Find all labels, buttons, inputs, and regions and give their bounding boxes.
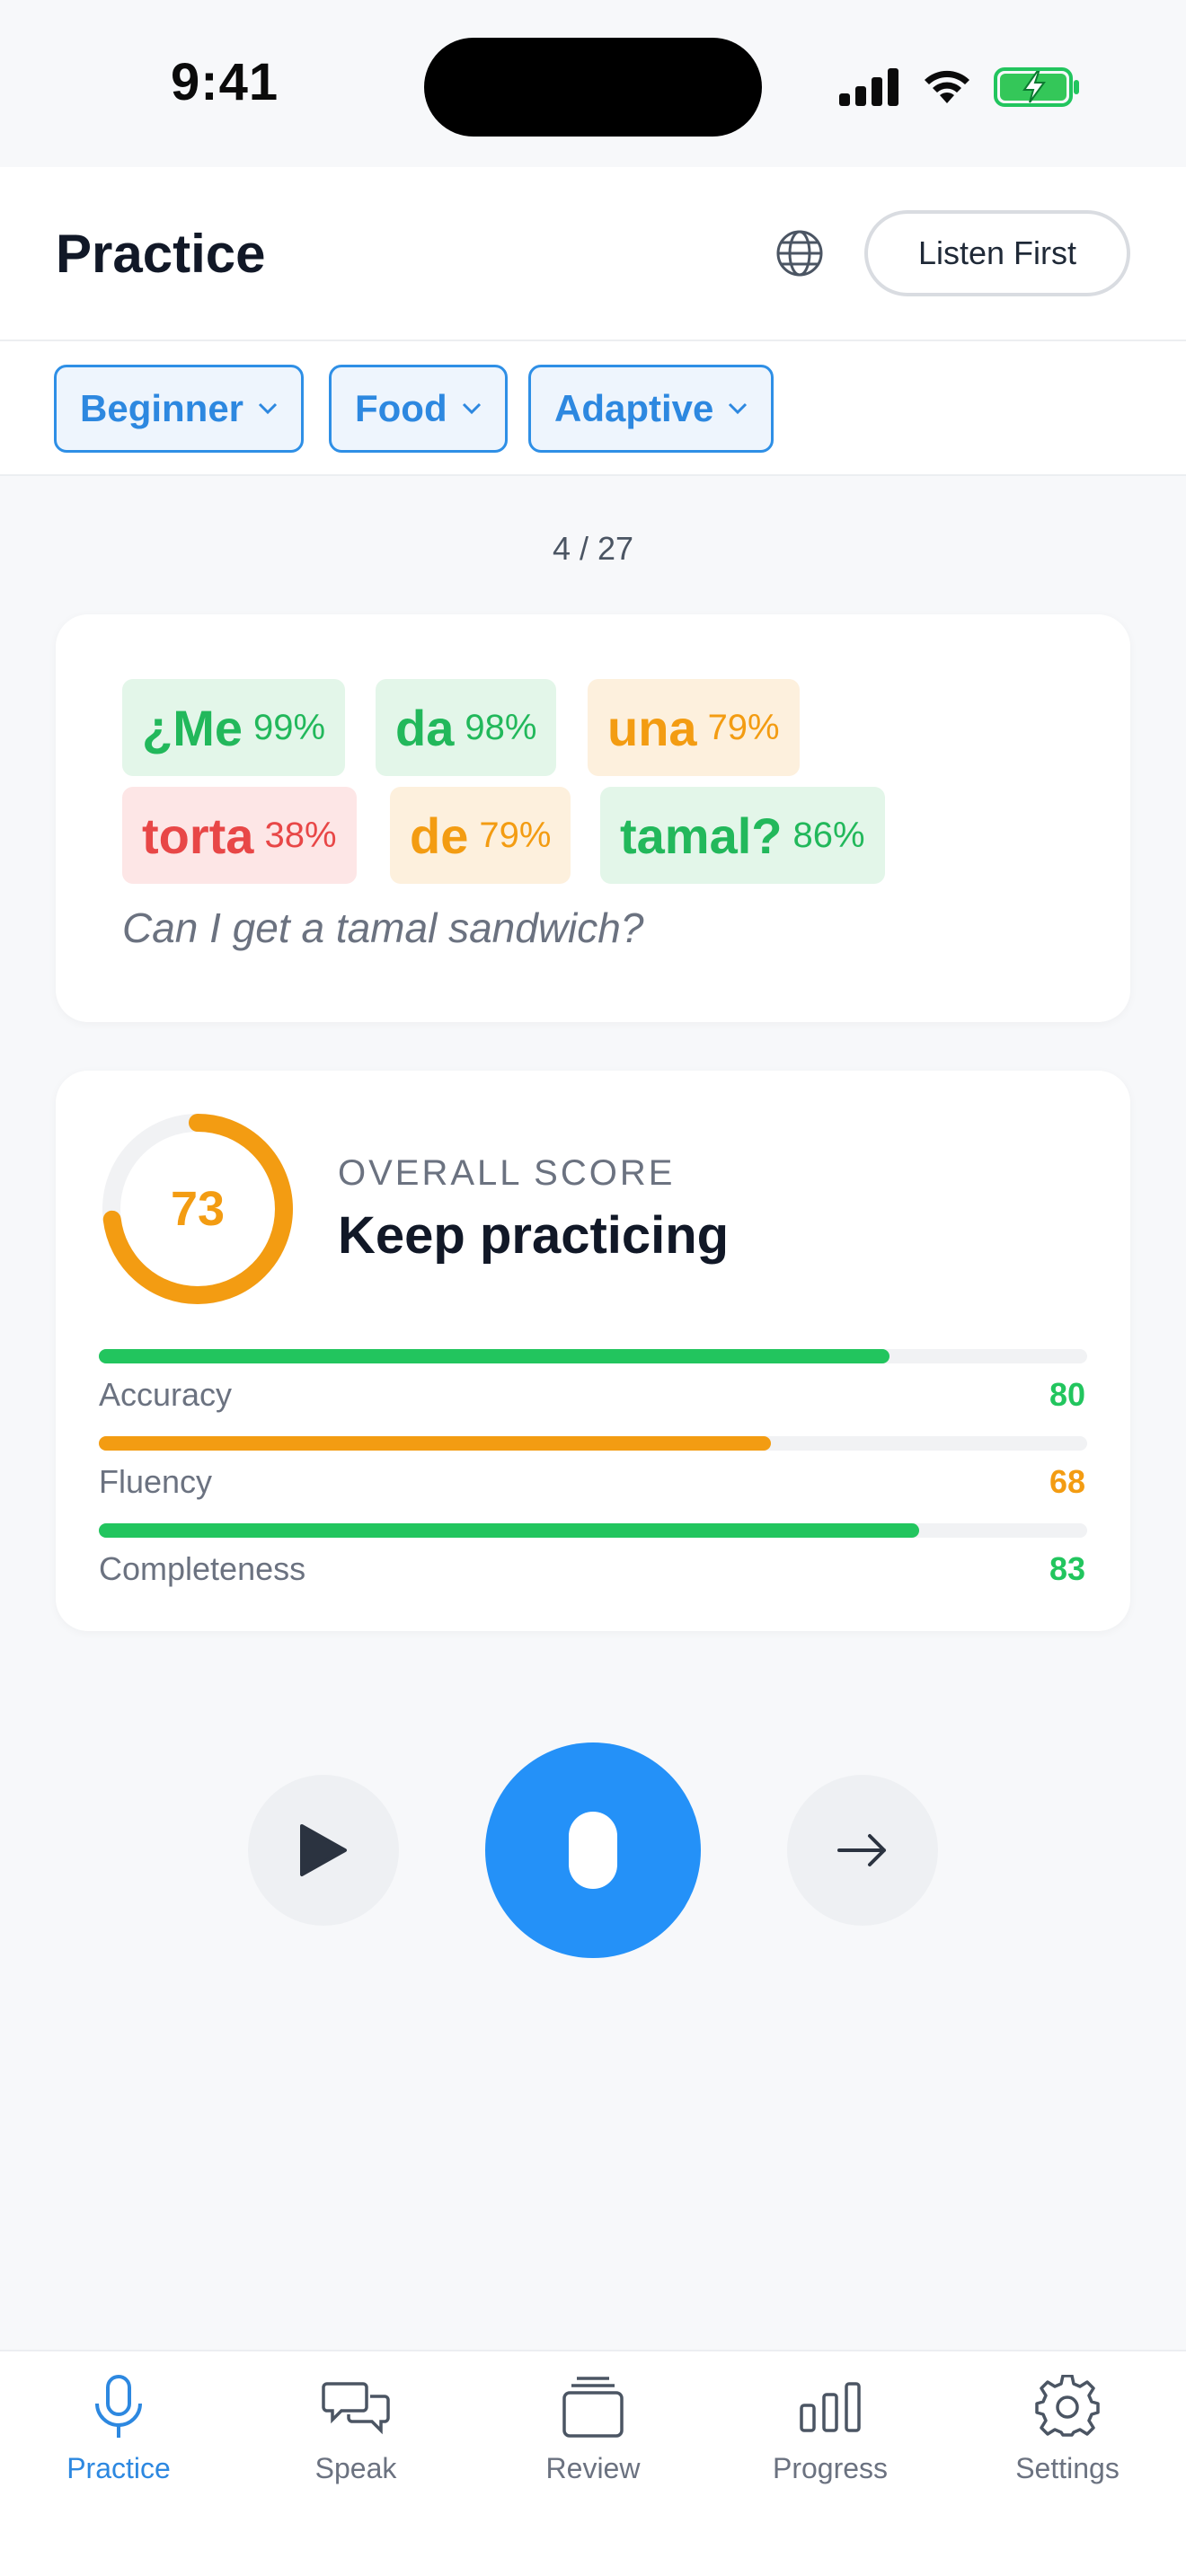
tab-bar: Practice Speak Review Progress Settings — [0, 2350, 1186, 2576]
chevron-down-icon — [258, 402, 278, 415]
completeness-bar-fill — [99, 1523, 919, 1538]
completeness-label: Completeness — [99, 1550, 306, 1587]
mic-record-icon — [569, 1812, 617, 1889]
gear-icon — [1035, 2375, 1100, 2437]
word-text: da — [395, 699, 455, 756]
fluency-value: 68 — [1049, 1463, 1085, 1500]
word-text: tamal? — [620, 807, 783, 864]
chat-bubbles-icon — [322, 2382, 390, 2435]
cards-stack-icon — [562, 2377, 624, 2438]
page-title: Practice — [56, 224, 266, 284]
progress-counter: 4 / 27 — [552, 530, 634, 567]
mic-icon — [95, 2375, 142, 2438]
tab-label: Progress — [772, 2452, 889, 2484]
tab-label: Speak — [314, 2452, 397, 2484]
next-button[interactable] — [787, 1775, 938, 1926]
sentence-translation: Can I get a tamal sandwich? — [122, 904, 644, 951]
wifi-icon — [925, 70, 969, 103]
word-score: 79% — [479, 815, 552, 855]
fluency-bar-fill — [99, 1436, 771, 1451]
tab-practice[interactable]: Practice — [0, 2351, 237, 2531]
word-chip[interactable]: ¿Me 99% — [122, 679, 346, 776]
word-score: 79% — [707, 707, 780, 747]
topic-filter-dropdown[interactable]: Food — [329, 365, 508, 453]
status-bar: 9:41 — [0, 0, 1186, 167]
accuracy-value: 80 — [1049, 1376, 1085, 1413]
accuracy-label: Accuracy — [99, 1376, 233, 1413]
word-text: una — [607, 699, 697, 756]
accuracy-bar — [99, 1349, 1087, 1363]
status-icons — [839, 65, 1082, 110]
play-icon — [300, 1824, 347, 1876]
word-chip[interactable]: torta 38% — [122, 787, 357, 884]
fluency-label: Fluency — [99, 1463, 213, 1500]
fluency-bar — [99, 1436, 1087, 1451]
word-chip[interactable]: una 79% — [588, 679, 800, 776]
completeness-value: 83 — [1049, 1550, 1085, 1587]
record-button[interactable] — [485, 1742, 701, 1958]
language-button[interactable] — [773, 226, 827, 280]
score-verdict: Keep practicing — [338, 1206, 730, 1265]
word-text: torta — [142, 807, 254, 864]
tab-label: Settings — [1015, 2452, 1120, 2484]
play-button[interactable] — [248, 1775, 399, 1926]
tab-progress[interactable]: Progress — [712, 2351, 949, 2531]
completeness-bar — [99, 1523, 1087, 1538]
word-chip[interactable]: de 79% — [390, 787, 571, 884]
word-score: 98% — [465, 707, 537, 747]
header: Practice Listen First — [0, 167, 1186, 341]
tab-speak[interactable]: Speak — [237, 2351, 474, 2531]
cellular-signal-icon — [839, 68, 898, 106]
bar-chart-icon — [800, 2382, 861, 2432]
level-filter-label: Beginner — [80, 387, 244, 429]
word-score: 86% — [792, 815, 865, 855]
accuracy-bar-fill — [99, 1349, 890, 1363]
listen-first-button[interactable]: Listen First — [864, 210, 1130, 296]
chevron-down-icon — [729, 402, 748, 415]
overall-score-label: OVERALL SCORE — [338, 1153, 676, 1193]
word-text: de — [410, 807, 469, 864]
dynamic-island — [424, 38, 762, 137]
mode-filter-dropdown[interactable]: Adaptive — [528, 365, 774, 453]
word-text: ¿Me — [142, 699, 243, 756]
topic-filter-label: Food — [355, 387, 447, 429]
overall-score-value: 73 — [170, 1182, 226, 1236]
word-chip[interactable]: tamal? 86% — [600, 787, 885, 884]
status-time: 9:41 — [171, 53, 279, 111]
tab-label: Review — [545, 2452, 641, 2484]
battery-charging-icon — [994, 67, 1079, 107]
tab-label: Practice — [66, 2452, 171, 2484]
arrow-right-icon — [837, 1834, 886, 1866]
tab-review[interactable]: Review — [474, 2351, 712, 2531]
globe-icon — [776, 230, 823, 277]
word-chip[interactable]: da 98% — [376, 679, 557, 776]
mode-filter-label: Adaptive — [554, 387, 714, 429]
filter-bar: Beginner Food Adaptive — [0, 341, 1186, 476]
level-filter-dropdown[interactable]: Beginner — [54, 365, 305, 453]
word-score: 99% — [253, 707, 326, 747]
tab-settings[interactable]: Settings — [949, 2351, 1186, 2531]
chevron-down-icon — [462, 402, 481, 415]
word-score: 38% — [264, 815, 337, 855]
